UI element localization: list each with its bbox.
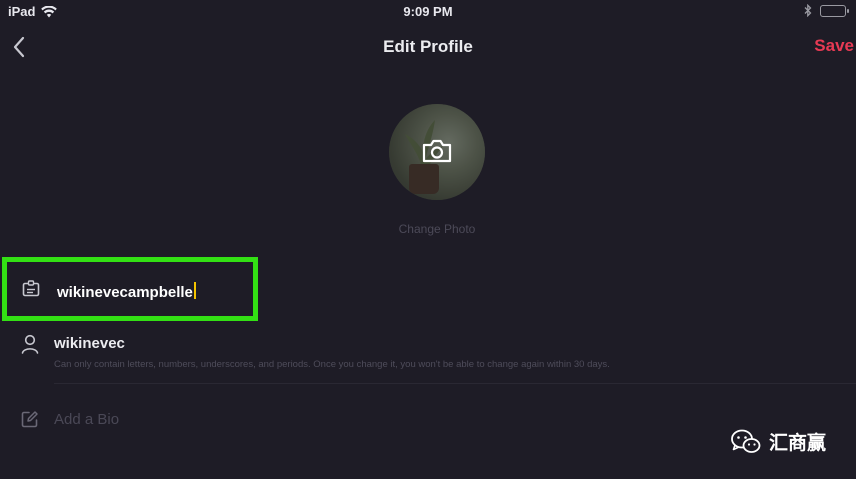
change-photo-link[interactable]: Change Photo	[0, 222, 856, 236]
name-input[interactable]: wikinevecampbelle	[57, 282, 196, 301]
watermark: 汇商赢	[731, 428, 826, 455]
name-value: wikinevecampbelle	[57, 284, 193, 301]
username-hint: Can only contain letters, numbers, under…	[54, 359, 610, 370]
id-card-icon	[22, 280, 40, 297]
status-right	[804, 4, 849, 17]
user-icon	[21, 334, 39, 354]
username-row[interactable]: wikinevec Can only contain letters, numb…	[0, 328, 856, 378]
battery-icon	[820, 4, 849, 17]
nav-bar: Edit Profile Save	[0, 28, 856, 68]
username-value[interactable]: wikinevec	[54, 335, 125, 352]
divider	[54, 383, 856, 384]
wechat-icon	[731, 429, 761, 453]
bio-input[interactable]: Add a Bio	[54, 411, 119, 428]
name-field-row[interactable]: wikinevecampbelle	[2, 257, 258, 321]
status-bar: iPad 9:09 PM	[0, 0, 856, 26]
bluetooth-icon	[804, 4, 812, 17]
status-time: 9:09 PM	[403, 4, 453, 19]
camera-icon	[422, 139, 452, 163]
watermark-text: 汇商赢	[768, 432, 826, 454]
bio-field-row[interactable]: Add a Bio	[0, 406, 400, 436]
page-title: Edit Profile	[383, 37, 473, 56]
save-button[interactable]: Save	[814, 36, 854, 56]
profile-photo[interactable]	[389, 104, 485, 200]
edit-icon	[21, 411, 38, 428]
text-cursor	[193, 282, 196, 299]
